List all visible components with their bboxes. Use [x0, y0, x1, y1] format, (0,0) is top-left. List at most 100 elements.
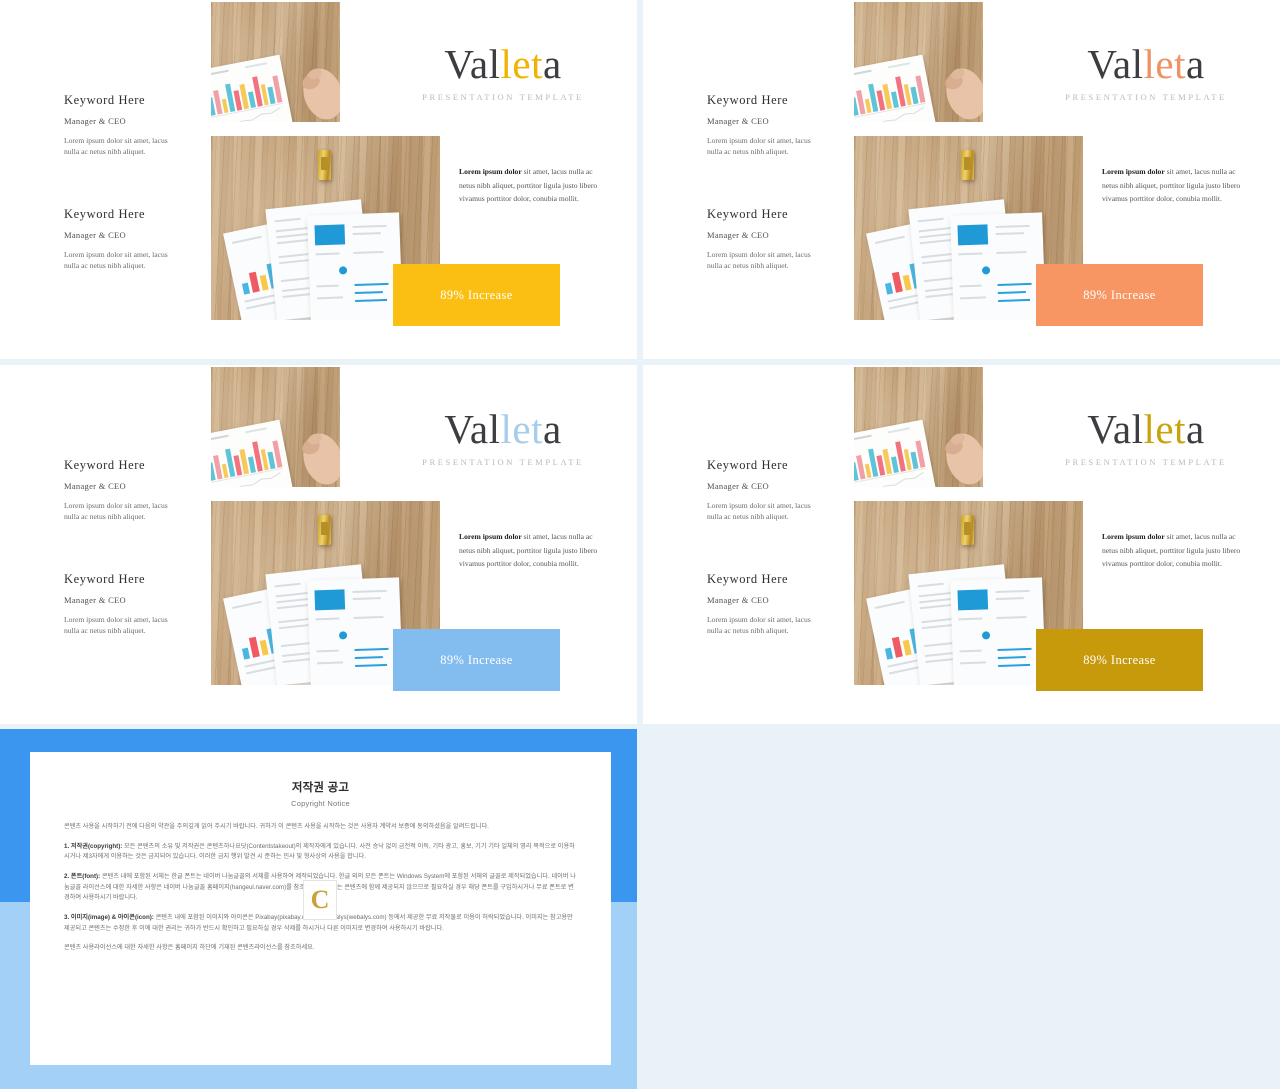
brand-title: Valleta [1051, 409, 1241, 450]
keyword-block-1: Keyword Here Manager & CEO Lorem ipsum d… [64, 458, 176, 523]
brand-suffix: a [542, 41, 562, 87]
keyword-title: Keyword Here [707, 572, 789, 586]
gold-clip-icon [961, 515, 974, 545]
paragraph-lead: Lorem ipsum dolor [459, 167, 522, 176]
brand-subtitle: PRESENTATION TEMPLATE [1065, 92, 1227, 102]
watermark-logo-icon: C [303, 880, 337, 920]
keyword-body: Lorem ipsum dolor sit amet, lacus nulla … [64, 250, 168, 270]
keyword-block-1: Keyword Here Manager & CEO Lorem ipsum d… [707, 93, 819, 158]
hand-graphic [945, 433, 983, 485]
paragraph-lead: Lorem ipsum dolor [459, 532, 522, 541]
copyright-intro: 콘텐츠 사용을 시작하기 전에 다음의 약관을 주의깊게 읽어 주시기 바랍니다… [64, 823, 489, 830]
keyword-title: Keyword Here [64, 572, 146, 586]
slide-thumbnail-2[interactable]: Valleta PRESENTATION TEMPLATE Keyword He… [643, 0, 1280, 359]
keyword-title: Keyword Here [707, 207, 789, 221]
keyword-title: Keyword Here [64, 93, 146, 107]
slide-thumbnail-4[interactable]: Valleta PRESENTATION TEMPLATE Keyword He… [643, 365, 1280, 724]
body-paragraph: Lorem ipsum dolor sit amet, lacus nulla … [459, 530, 607, 571]
hand-graphic [302, 68, 340, 120]
keyword-body: Lorem ipsum dolor sit amet, lacus nulla … [64, 136, 168, 156]
increase-badge[interactable]: 89% Increase [1036, 264, 1203, 326]
keyword-body: Lorem ipsum dolor sit amet, lacus nulla … [707, 615, 811, 635]
keyword-block-2: Keyword Here Manager & CEO Lorem ipsum d… [64, 207, 176, 272]
keyword-block-1: Keyword Here Manager & CEO Lorem ipsum d… [64, 93, 176, 158]
slide-thumbnail-3[interactable]: Valleta PRESENTATION TEMPLATE Keyword He… [0, 365, 637, 724]
copyright-title-ko: 저작권 공고 [291, 782, 350, 794]
keyword-body: Lorem ipsum dolor sit amet, lacus nulla … [707, 136, 811, 156]
keyword-role: Manager & CEO [64, 230, 126, 240]
brand-suffix: a [1185, 406, 1205, 452]
keyword-title: Keyword Here [707, 93, 789, 107]
brand-prefix: Val [1087, 406, 1144, 452]
brand-title: Valleta [408, 409, 598, 450]
brand-subtitle: PRESENTATION TEMPLATE [1065, 457, 1227, 467]
keyword-body: Lorem ipsum dolor sit amet, lacus nulla … [707, 501, 811, 521]
gold-clip-icon [318, 515, 331, 545]
paragraph-lead: Lorem ipsum dolor [1102, 532, 1165, 541]
increase-badge-label: 89% Increase [440, 652, 513, 667]
keyword-role: Manager & CEO [64, 595, 126, 605]
copyright-item-label: 1. 저작권(copyright): [64, 842, 123, 850]
presentation-canvas: Valleta PRESENTATION TEMPLATE Keyword He… [0, 0, 1280, 1089]
keyword-role: Manager & CEO [64, 116, 126, 126]
brand-suffix: a [1185, 41, 1205, 87]
increase-badge[interactable]: 89% Increase [1036, 629, 1203, 691]
increase-badge[interactable]: 89% Increase [393, 629, 560, 691]
keyword-block-2: Keyword Here Manager & CEO Lorem ipsum d… [707, 572, 819, 637]
brand-highlight: let [1143, 41, 1186, 87]
body-paragraph: Lorem ipsum dolor sit amet, lacus nulla … [1102, 530, 1250, 571]
copyright-outro: 콘텐츠 사용라이선스에 대한 자세한 사항은 홈페이지 하단에 기재된 콘텐츠라… [64, 944, 315, 952]
brand-suffix: a [542, 406, 562, 452]
brand-prefix: Val [444, 406, 501, 452]
photo-desk-chart [854, 2, 983, 122]
brand-title: Valleta [1051, 44, 1241, 85]
keyword-block-2: Keyword Here Manager & CEO Lorem ipsum d… [64, 572, 176, 637]
copyright-item-text: 모든 콘텐츠의 소유 및 저작권은 콘텐츠하나요닷(Contentstakeou… [64, 842, 575, 861]
watermark-letter: C [310, 885, 330, 914]
brand-prefix: Val [444, 41, 501, 87]
copyright-item-label: 3. 이미지(image) & 아이콘(icon): [64, 913, 154, 921]
photo-desk-chart [854, 367, 983, 487]
paragraph-lead: Lorem ipsum dolor [1102, 167, 1165, 176]
keyword-role: Manager & CEO [707, 116, 769, 126]
increase-badge[interactable]: 89% Increase [393, 264, 560, 326]
body-paragraph: Lorem ipsum dolor sit amet, lacus nulla … [459, 165, 607, 206]
keyword-block-2: Keyword Here Manager & CEO Lorem ipsum d… [707, 207, 819, 272]
increase-badge-label: 89% Increase [1083, 287, 1156, 302]
brand-subtitle: PRESENTATION TEMPLATE [422, 92, 584, 102]
keyword-role: Manager & CEO [707, 230, 769, 240]
keyword-title: Keyword Here [64, 207, 146, 221]
body-paragraph: Lorem ipsum dolor sit amet, lacus nulla … [1102, 165, 1250, 206]
brand-subtitle: PRESENTATION TEMPLATE [422, 457, 584, 467]
keyword-body: Lorem ipsum dolor sit amet, lacus nulla … [64, 615, 168, 635]
gold-clip-icon [961, 150, 974, 180]
hand-graphic [945, 68, 983, 120]
document-page [307, 212, 403, 320]
keyword-body: Lorem ipsum dolor sit amet, lacus nulla … [707, 250, 811, 270]
copyright-item-label: 2. 폰트(font): [64, 872, 101, 880]
slide-title-block: Valleta PRESENTATION TEMPLATE [1051, 409, 1241, 468]
keyword-role: Manager & CEO [707, 481, 769, 491]
photo-desk-chart [211, 2, 340, 122]
document-page [950, 212, 1046, 320]
slide-title-block: Valleta PRESENTATION TEMPLATE [1051, 44, 1241, 103]
slide-thumbnail-1[interactable]: Valleta PRESENTATION TEMPLATE Keyword He… [0, 0, 637, 359]
keyword-title: Keyword Here [64, 458, 146, 472]
increase-badge-label: 89% Increase [440, 287, 513, 302]
copyright-item: 1. 저작권(copyright): 모든 콘텐츠의 소유 및 저작권은 콘텐츠… [64, 842, 577, 863]
keyword-role: Manager & CEO [707, 595, 769, 605]
keyword-title: Keyword Here [707, 458, 789, 472]
copyright-title-en: Copyright Notice [291, 799, 350, 808]
slide-title-block: Valleta PRESENTATION TEMPLATE [408, 409, 598, 468]
brand-highlight: let [1143, 406, 1186, 452]
document-page [307, 577, 403, 685]
slide-title-block: Valleta PRESENTATION TEMPLATE [408, 44, 598, 103]
brand-title: Valleta [408, 44, 598, 85]
keyword-role: Manager & CEO [64, 481, 126, 491]
photo-desk-chart [211, 367, 340, 487]
gold-clip-icon [318, 150, 331, 180]
brand-highlight: let [500, 406, 543, 452]
hand-graphic [302, 433, 340, 485]
increase-badge-label: 89% Increase [1083, 652, 1156, 667]
brand-highlight: let [500, 41, 543, 87]
